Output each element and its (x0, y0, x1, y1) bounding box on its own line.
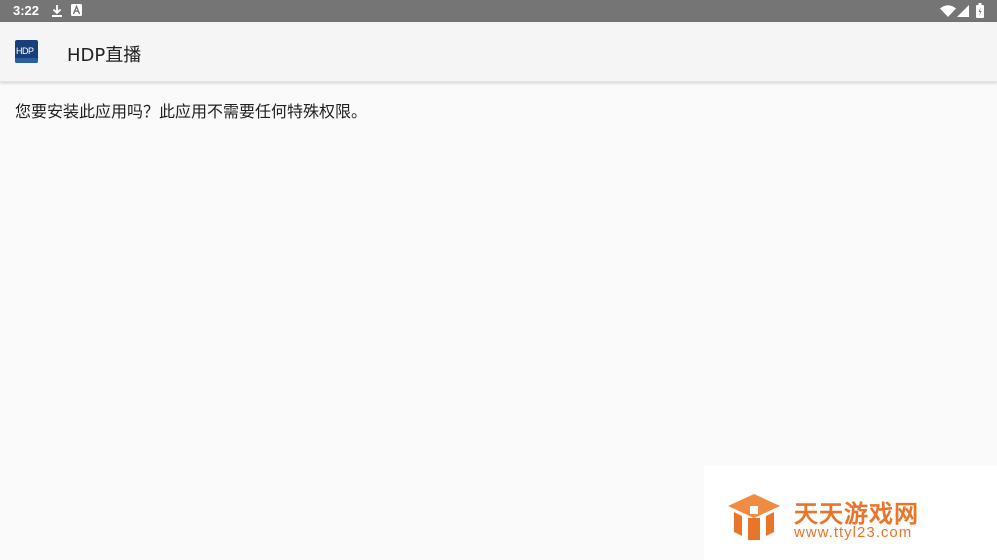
app-icon-label: HDP (16, 46, 34, 56)
watermark-url: www.ttyl23.com (794, 524, 913, 541)
hdp-app-icon: HDP (15, 40, 38, 63)
notification-a-icon (71, 4, 82, 16)
watermark-logo-icon (728, 494, 780, 540)
battery-icon (976, 3, 984, 18)
status-time: 3:22 (13, 3, 40, 18)
cellular-signal-icon (957, 5, 969, 17)
app-icon-strip (15, 58, 38, 63)
app-title: HDP直播 (67, 45, 142, 66)
app-bar: HDP HDP直播 (0, 22, 997, 82)
status-bar: 3:22 (0, 0, 997, 22)
wifi-icon (940, 5, 956, 17)
install-permission-message: 您要安装此应用吗？此应用不需要任何特殊权限。 (15, 102, 368, 121)
download-icon (52, 5, 62, 17)
watermark: 天天游戏网 www.ttyl23.com (704, 466, 997, 560)
